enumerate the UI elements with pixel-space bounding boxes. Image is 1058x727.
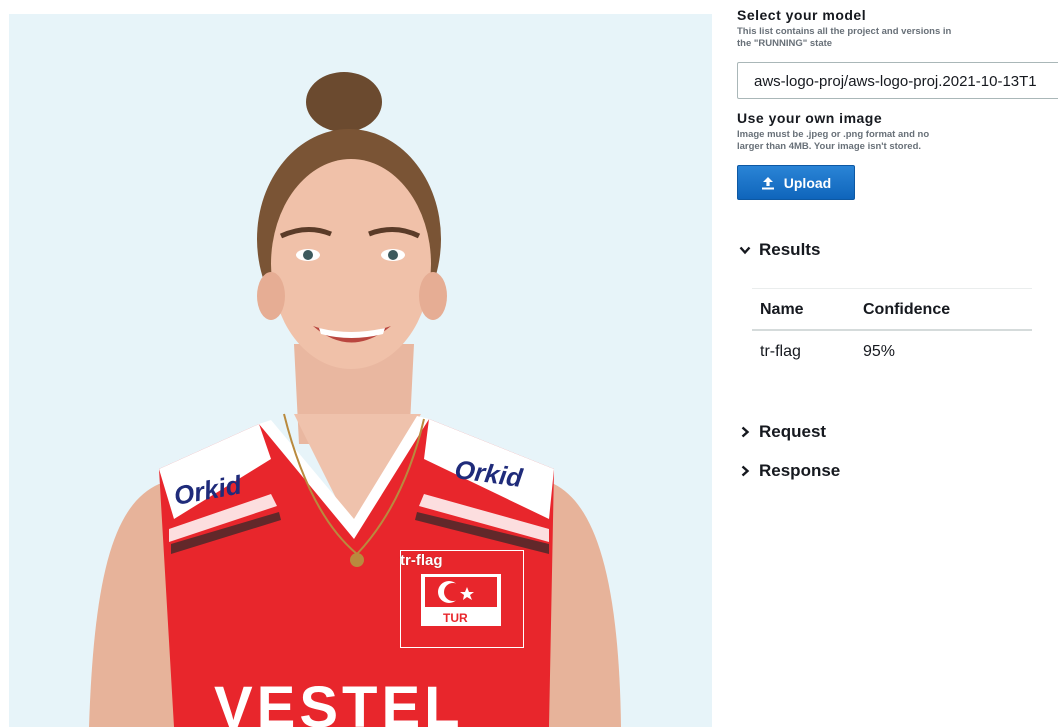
- model-select-value: aws-logo-proj/aws-logo-proj.2021-10-13T1: [754, 73, 1037, 90]
- upload-section-title: Use your own image: [737, 110, 883, 126]
- results-table: Name Confidence tr-flag 95%: [752, 288, 1032, 373]
- athlete-photo: Orkid Orkid TUR VESTEL: [89, 72, 621, 727]
- table-header-row: Name Confidence: [752, 288, 1032, 331]
- detection-label: tr-flag: [400, 552, 443, 569]
- model-section-title: Select your model: [737, 7, 867, 23]
- model-select[interactable]: aws-logo-proj/aws-logo-proj.2021-10-13T1…: [737, 62, 1058, 99]
- side-panel: Select your model This list contains all…: [737, 0, 1058, 727]
- results-expander[interactable]: Results: [739, 240, 820, 260]
- column-header-confidence: Confidence: [855, 288, 1032, 331]
- request-expander[interactable]: Request: [739, 422, 826, 442]
- result-image: Orkid Orkid TUR VESTEL tr-flag: [9, 14, 712, 727]
- result-confidence-cell: 95%: [863, 343, 896, 360]
- chevron-right-icon: [741, 465, 750, 477]
- column-header-name: Name: [752, 288, 855, 331]
- upload-help-text: Image must be .jpeg or .png format and n…: [737, 129, 930, 152]
- chevron-down-icon: [739, 246, 751, 255]
- jersey-front-text: VESTEL: [214, 675, 464, 727]
- result-name-cell: tr-flag: [760, 343, 801, 360]
- chevron-right-icon: [741, 426, 750, 438]
- response-expander[interactable]: Response: [739, 461, 840, 481]
- upload-icon: [761, 176, 774, 189]
- response-title: Response: [759, 461, 841, 480]
- model-help-text: This list contains all the project and v…: [737, 26, 952, 49]
- upload-button-label: Upload: [783, 174, 832, 191]
- table-row: tr-flag 95%: [752, 330, 1032, 373]
- upload-button[interactable]: Upload: [737, 165, 855, 200]
- results-title: Results: [759, 240, 821, 259]
- request-title: Request: [759, 422, 827, 441]
